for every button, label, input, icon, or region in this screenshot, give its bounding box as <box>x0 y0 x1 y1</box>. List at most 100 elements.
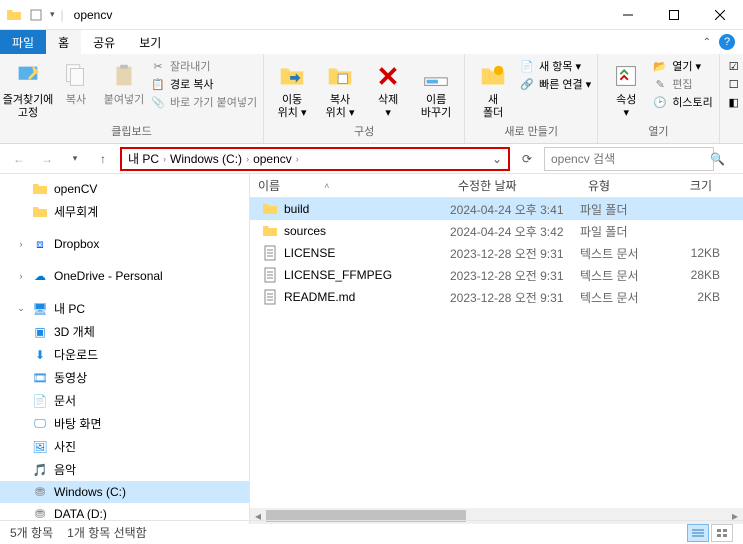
easy-access-button[interactable]: 🔗빠른 연결 ▾ <box>519 76 591 92</box>
file-name: LICENSE <box>284 246 335 260</box>
select-none-icon: ☐ <box>726 76 742 92</box>
invert-selection-button[interactable]: ◧선택 영역 반전 <box>726 94 743 110</box>
properties-button[interactable]: 속성 ▾ <box>604 56 648 120</box>
tree-item-videos[interactable]: 🎞동영상 <box>0 366 249 389</box>
edit-button[interactable]: ✎편집 <box>652 76 712 92</box>
chevron-right-icon[interactable]: › <box>163 154 166 164</box>
tree-item-onedrive[interactable]: ›☁OneDrive - Personal <box>0 265 249 287</box>
file-size: 12KB <box>660 246 720 260</box>
col-name-header[interactable]: 이름 <box>258 177 280 194</box>
navbar: ← → ▾ ↑ 내 PC › Windows (C:) › opencv › ⌄… <box>0 144 743 174</box>
search-box[interactable]: 🔍 <box>544 147 714 171</box>
tree-item-pictures[interactable]: 🖼사진 <box>0 435 249 458</box>
music-icon: 🎵 <box>32 462 48 478</box>
address-bar[interactable]: 내 PC › Windows (C:) › opencv › ⌄ <box>120 147 510 171</box>
column-headers[interactable]: 이름˄ 수정한 날짜 유형 크기 <box>250 174 743 198</box>
tree-item-cdrive[interactable]: ⛃Windows (C:) <box>0 481 249 503</box>
file-name: LICENSE_FFMPEG <box>284 268 392 282</box>
file-list[interactable]: build2024-04-24 오후 3:41파일 폴더sources2024-… <box>250 198 743 508</box>
move-to-button[interactable]: 이동 위치 ▾ <box>270 56 314 120</box>
tree-item-3d[interactable]: ▣3D 개체 <box>0 320 249 343</box>
up-button[interactable]: ↑ <box>92 148 114 170</box>
chevron-right-icon[interactable]: › <box>246 154 249 164</box>
drive-icon: ⛃ <box>32 484 48 500</box>
ribbon-tabs: 파일 홈 공유 보기 ⌃ ? <box>0 30 743 54</box>
col-size-header[interactable]: 크기 <box>660 177 720 194</box>
rename-button[interactable]: 이름 바꾸기 <box>414 56 458 120</box>
file-date: 2023-12-28 오전 9:31 <box>450 245 580 262</box>
file-type: 텍스트 문서 <box>580 289 660 306</box>
new-group-label: 새로 만들기 <box>471 123 591 141</box>
col-date-header[interactable]: 수정한 날짜 <box>450 177 580 194</box>
document-icon: 📄 <box>32 393 48 409</box>
pictures-icon: 🖼 <box>32 439 48 455</box>
paste-button[interactable]: 붙여넣기 <box>102 56 146 107</box>
details-view-button[interactable] <box>687 524 709 542</box>
download-icon: ⬇ <box>32 347 48 363</box>
forward-button[interactable]: → <box>36 148 58 170</box>
back-button[interactable]: ← <box>8 148 30 170</box>
file-row[interactable]: sources2024-04-24 오후 3:42파일 폴더 <box>250 220 743 242</box>
copy-button[interactable]: 복사 <box>54 56 98 107</box>
chevron-down-icon[interactable]: ⌄ <box>492 152 502 166</box>
tree-item-dropbox[interactable]: ›⧈Dropbox <box>0 233 249 255</box>
maximize-button[interactable] <box>651 0 697 30</box>
tree-item-desktop[interactable]: 🖵바탕 화면 <box>0 412 249 435</box>
chevron-right-icon[interactable]: › <box>296 154 299 164</box>
new-folder-button[interactable]: 새 폴더 <box>471 56 515 120</box>
tree-item-documents[interactable]: 📄문서 <box>0 389 249 412</box>
folder-icon <box>32 181 48 197</box>
select-none-button[interactable]: ☐선택 안 함 <box>726 76 743 92</box>
select-group-label: 선택 <box>726 123 743 141</box>
cut-button[interactable]: ✂잘라내기 <box>150 58 257 74</box>
search-input[interactable] <box>551 152 706 166</box>
nav-tree[interactable]: openCV 세무회계 ›⧈Dropbox ›☁OneDrive - Perso… <box>0 174 250 524</box>
icons-view-button[interactable] <box>711 524 733 542</box>
tab-file[interactable]: 파일 <box>0 30 46 54</box>
paste-shortcut-button[interactable]: 📎바로 가기 붙여넣기 <box>150 94 257 110</box>
col-type-header[interactable]: 유형 <box>580 177 660 194</box>
copy-path-button[interactable]: 📋경로 복사 <box>150 76 257 92</box>
history-button[interactable]: 🕑히스토리 <box>652 94 712 110</box>
minimize-button[interactable] <box>605 0 651 30</box>
breadcrumb-item[interactable]: 내 PC <box>128 150 159 167</box>
close-button[interactable] <box>697 0 743 30</box>
file-date: 2023-12-28 오전 9:31 <box>450 289 580 306</box>
pin-button[interactable]: 즐겨찾기에 고정 <box>6 56 50 120</box>
organize-group-label: 구성 <box>270 123 458 141</box>
open-icon: 📂 <box>652 58 668 74</box>
file-icon <box>262 245 278 261</box>
recent-button[interactable]: ▾ <box>64 148 86 170</box>
tree-item-opencv[interactable]: openCV <box>0 178 249 200</box>
qat-dropdown-icon[interactable]: ▾ <box>50 9 55 20</box>
file-row[interactable]: LICENSE_FFMPEG2023-12-28 오전 9:31텍스트 문서28… <box>250 264 743 286</box>
tab-share[interactable]: 공유 <box>81 30 127 54</box>
open-button[interactable]: 📂열기 ▾ <box>652 58 712 74</box>
tab-view[interactable]: 보기 <box>127 30 173 54</box>
ribbon: 즐겨찾기에 고정 복사 붙여넣기 ✂잘라내기 📋경로 복사 📎바로 가기 붙여넣… <box>0 54 743 144</box>
invert-icon: ◧ <box>726 94 742 110</box>
help-icon[interactable]: ? <box>719 34 735 50</box>
ribbon-expand-icon[interactable]: ⌃ <box>703 37 711 48</box>
main: openCV 세무회계 ›⧈Dropbox ›☁OneDrive - Perso… <box>0 174 743 524</box>
file-row[interactable]: build2024-04-24 오후 3:41파일 폴더 <box>250 198 743 220</box>
tree-item-tax[interactable]: 세무회계 <box>0 200 249 223</box>
copy-to-button[interactable]: 복사 위치 ▾ <box>318 56 362 120</box>
tree-item-downloads[interactable]: ⬇다운로드 <box>0 343 249 366</box>
file-row[interactable]: README.md2023-12-28 오전 9:31텍스트 문서2KB <box>250 286 743 308</box>
breadcrumb-item[interactable]: opencv <box>253 152 292 166</box>
new-item-button[interactable]: 📄새 항목 ▾ <box>519 58 591 74</box>
breadcrumb-item[interactable]: Windows (C:) <box>170 152 242 166</box>
tree-item-music[interactable]: 🎵음악 <box>0 458 249 481</box>
qat-new-icon[interactable] <box>28 7 44 23</box>
tab-home[interactable]: 홈 <box>46 30 81 54</box>
file-row[interactable]: LICENSE2023-12-28 오전 9:31텍스트 문서12KB <box>250 242 743 264</box>
3d-icon: ▣ <box>32 324 48 340</box>
refresh-button[interactable]: ⟳ <box>516 148 538 170</box>
cloud-icon: ☁ <box>32 268 48 284</box>
file-type: 파일 폴더 <box>580 223 660 240</box>
select-all-button[interactable]: ☑모두 선택 <box>726 58 743 74</box>
delete-button[interactable]: 삭제 ▾ <box>366 56 410 120</box>
search-icon[interactable]: 🔍 <box>710 152 725 166</box>
tree-item-thispc[interactable]: ⌄🖥내 PC <box>0 297 249 320</box>
